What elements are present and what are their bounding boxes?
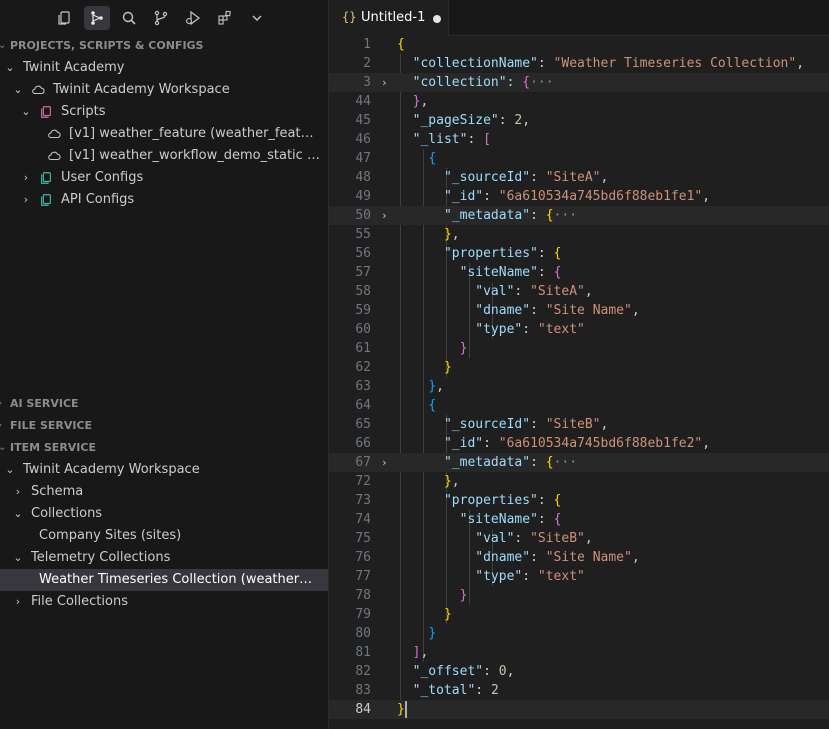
code-line: 46 "_list": [	[355, 132, 491, 147]
section-ai-service-header[interactable]: › AI SERVICE	[0, 393, 328, 415]
tree-item-collections[interactable]: ⌄ Collections	[0, 503, 328, 525]
code-line: 2 "collectionName": "Weather Timeseries …	[363, 56, 805, 71]
code-line: 56 "properties": {	[355, 246, 562, 261]
chevron-right-icon: ›	[0, 393, 8, 415]
section-item-service-header[interactable]: ⌄ ITEM SERVICE	[0, 437, 328, 459]
chevron-down-icon[interactable]	[244, 6, 270, 30]
tree-item-schema[interactable]: › Schema	[0, 481, 328, 503]
text-cursor	[405, 701, 407, 718]
chevron-down-icon: ⌄	[5, 61, 15, 74]
code-line: 58 "val": "SiteA",	[355, 284, 593, 299]
tree-item-user-configs[interactable]: › User Configs	[0, 167, 328, 189]
chevron-down-icon: ⌄	[0, 40, 7, 51]
chevron-right-icon: ›	[23, 193, 29, 206]
cloud-icon	[48, 151, 61, 161]
tree-item-scripts[interactable]: ⌄ Scripts	[0, 101, 328, 123]
code-line-current: 84}	[329, 700, 829, 719]
tree-item-twinit-academy[interactable]: ⌄ Twinit Academy	[0, 57, 328, 79]
code-line: 1{	[363, 37, 405, 52]
tree-item-company-sites[interactable]: Company Sites (sites)	[0, 525, 328, 547]
sidebar-toolbar	[52, 6, 276, 30]
code-line: 81 ],	[355, 645, 429, 660]
source-control-icon[interactable]	[148, 6, 174, 30]
code-line: 60 "type": "text"	[355, 322, 585, 337]
files-icon[interactable]	[52, 6, 78, 30]
code-line: 77 "type": "text"	[355, 569, 585, 584]
chevron-down-icon: ⌄	[0, 442, 7, 453]
code-line: 50 › "_metadata": {···	[329, 206, 829, 225]
code-line: 80 }	[355, 626, 437, 641]
run-debug-icon[interactable]	[180, 6, 206, 30]
code-line: 49 "_id": "6a610534a745bd6f88eb1fe1",	[355, 189, 711, 204]
tree-item-script-weather-workflow[interactable]: [v1] weather_workflow_demo_static (weat.…	[0, 145, 328, 167]
chevron-right-icon: ›	[381, 76, 388, 89]
configs-icon	[41, 172, 51, 184]
code-line: 59 "dname": "Site Name",	[355, 303, 640, 318]
code-line: 63 },	[355, 379, 444, 394]
chevron-right-icon: ›	[23, 171, 29, 184]
editor: {} Untitled-1 1{ 2 "collectionName": "We…	[329, 0, 829, 729]
code-line: 66 "_id": "6a610534a745bd6f88eb1fe2",	[355, 436, 711, 451]
chevron-right-icon: ›	[381, 209, 388, 222]
section-file-service-header[interactable]: › FILE SERVICE	[0, 415, 328, 437]
code-line: 74 "siteName": {	[355, 512, 562, 527]
tree-item-telemetry-collections[interactable]: ⌄ Telemetry Collections	[0, 547, 328, 569]
scripts-icon	[41, 106, 51, 118]
configs-icon	[41, 194, 51, 206]
code-line: 47 {	[355, 151, 437, 166]
chevron-right-icon: ›	[15, 485, 21, 498]
json-file-icon: {}	[342, 10, 357, 24]
cloud-icon	[48, 129, 61, 139]
chevron-down-icon: ⌄	[5, 463, 15, 476]
tab-untitled-1[interactable]: {} Untitled-1	[329, 0, 449, 36]
tree-item-item-workspace[interactable]: ⌄ Twinit Academy Workspace	[0, 459, 328, 481]
tree-item-api-configs[interactable]: › API Configs	[0, 189, 328, 211]
code-line: 76 "dname": "Site Name",	[355, 550, 640, 565]
chevron-down-icon: ⌄	[21, 105, 31, 118]
tab-strip: {} Untitled-1	[329, 0, 829, 36]
workflow-icon[interactable]	[84, 6, 110, 30]
tree-item-script-weather-feature[interactable]: [v1] weather_feature (weather_feature) <…	[0, 123, 328, 145]
code-line: 57 "siteName": {	[355, 265, 562, 280]
section-projects-header[interactable]: ⌄ PROJECTS, SCRIPTS & CONFIGS	[0, 35, 328, 57]
code-line: 64 {	[355, 398, 437, 413]
chevron-down-icon: ⌄	[13, 507, 23, 520]
chevron-down-icon: ⌄	[13, 83, 23, 96]
chevron-down-icon: ⌄	[13, 551, 23, 564]
code-line: 55 },	[355, 227, 460, 242]
unsaved-dot-icon[interactable]	[433, 15, 441, 23]
tree-item-file-collections[interactable]: › File Collections	[0, 591, 328, 613]
search-icon[interactable]	[116, 6, 142, 30]
code-line: 48 "_sourceId": "SiteA",	[355, 170, 609, 185]
tree-item-workspace[interactable]: ⌄ Twinit Academy Workspace	[0, 79, 328, 101]
code-line: 61 }	[355, 341, 468, 356]
sidebar: ⌄ PROJECTS, SCRIPTS & CONFIGS ⌄ Twinit A…	[0, 0, 329, 729]
chevron-right-icon: ›	[15, 595, 21, 608]
chevron-right-icon: ›	[381, 456, 388, 469]
code-line: 82 "_offset": 0,	[355, 664, 515, 679]
code-line: 65 "_sourceId": "SiteB",	[355, 417, 609, 432]
code-line: 44 },	[355, 94, 429, 109]
code-line: 79 }	[355, 607, 452, 622]
code-line: 78 }	[355, 588, 468, 603]
code-line: 45 "_pageSize": 2,	[355, 113, 531, 128]
code-line: 75 "val": "SiteB",	[355, 531, 593, 546]
code-line: 72 },	[355, 474, 460, 489]
cloud-icon	[32, 85, 45, 95]
code-line: 3 › "collection": {···	[329, 73, 829, 92]
code-line: 83 "_total": 2	[355, 683, 499, 698]
code-line: 62 }	[355, 360, 452, 375]
code-line: 67 › "_metadata": {···	[329, 453, 829, 472]
extensions-icon[interactable]	[212, 6, 238, 30]
chevron-right-icon: ›	[0, 415, 8, 437]
code-line: 73 "properties": {	[355, 493, 562, 508]
tree-item-weather-timeseries-collection[interactable]: Weather Timeseries Collection (weather_t…	[0, 569, 328, 591]
